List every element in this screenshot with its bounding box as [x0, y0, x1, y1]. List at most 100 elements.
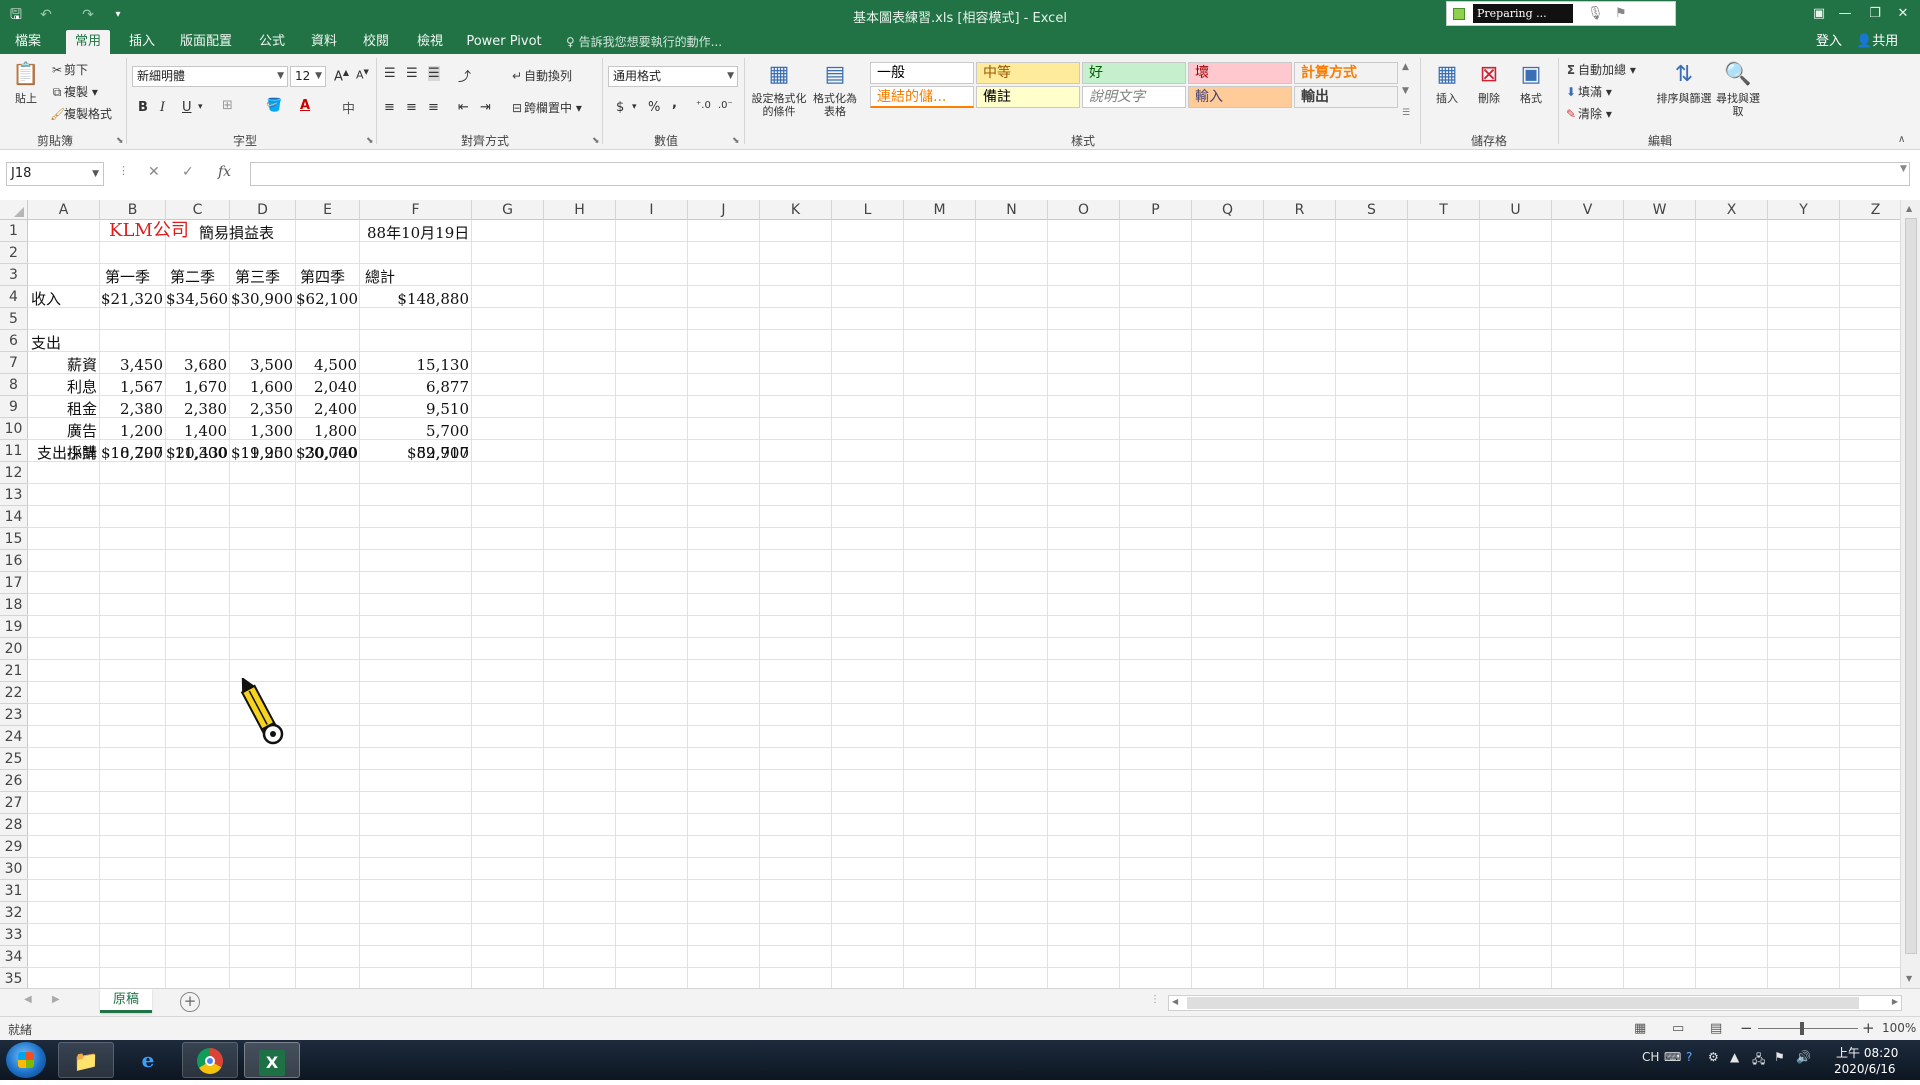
row-header-9[interactable]: 9	[0, 396, 28, 418]
horizontal-scrollbar[interactable]: ◀ ▶	[1168, 995, 1902, 1011]
name-box[interactable]: J18 ▼	[6, 162, 104, 186]
vertical-scroll-thumb[interactable]	[1905, 218, 1917, 954]
formula-input[interactable]	[250, 162, 1910, 186]
excel-taskbar-button[interactable]: X	[244, 1042, 300, 1078]
row-header-3[interactable]: 3	[0, 264, 28, 286]
column-header-i[interactable]: I	[616, 200, 688, 220]
cell-style-3[interactable]: 壞	[1188, 62, 1292, 84]
sort-filter-button[interactable]: ⇅ 排序與篩選	[1652, 60, 1716, 105]
scroll-right-icon[interactable]: ▶	[1892, 997, 1898, 1006]
row-header-33[interactable]: 33	[0, 924, 28, 946]
add-sheet-button[interactable]: +	[180, 992, 200, 1012]
scroll-left-icon[interactable]: ◀	[1172, 997, 1178, 1006]
column-header-r[interactable]: R	[1264, 200, 1336, 220]
row-header-5[interactable]: 5	[0, 308, 28, 330]
cell-C7[interactable]: 3,680	[166, 354, 230, 376]
underline-button[interactable]: U	[182, 100, 192, 115]
flag-icon[interactable]: ⚑	[1615, 6, 1627, 21]
cell-style-5[interactable]: 連結的儲...	[870, 86, 974, 108]
column-header-u[interactable]: U	[1480, 200, 1552, 220]
column-header-e[interactable]: E	[296, 200, 360, 220]
chrome-taskbar-button[interactable]	[182, 1042, 238, 1078]
column-header-p[interactable]: P	[1120, 200, 1192, 220]
cell-F7[interactable]: 15,130	[360, 354, 472, 376]
collapse-ribbon-icon[interactable]: ∧	[1898, 134, 1905, 145]
cell-F4[interactable]: $148,880	[360, 288, 472, 310]
row-header-8[interactable]: 8	[0, 374, 28, 396]
column-header-k[interactable]: K	[760, 200, 832, 220]
column-header-t[interactable]: T	[1408, 200, 1480, 220]
copy-button[interactable]: ⧉ 複製 ▾	[50, 84, 98, 100]
cell-F1[interactable]: 88年10月19日	[364, 222, 469, 244]
column-header-v[interactable]: V	[1552, 200, 1624, 220]
column-header-x[interactable]: X	[1696, 200, 1768, 220]
cell-E3[interactable]: 第四季	[297, 266, 345, 288]
decrease-indent-icon[interactable]: ⇤	[458, 100, 469, 115]
ribbon-display-icon[interactable]: ▣	[1806, 4, 1832, 24]
cell-C3[interactable]: 第二季	[167, 266, 215, 288]
underline-dropdown-icon[interactable]: ▾	[198, 102, 203, 112]
row-header-28[interactable]: 28	[0, 814, 28, 836]
cell-B1[interactable]: KLM公司	[106, 220, 189, 242]
cell-C12[interactable]: $20,430	[166, 442, 230, 464]
page-break-view-icon[interactable]: ▤	[1710, 1021, 1722, 1036]
zoom-out-button[interactable]: −	[1740, 1019, 1753, 1037]
cell-A12[interactable]: 支出小計	[28, 442, 100, 464]
cell-B3[interactable]: 第一季	[102, 266, 150, 288]
cell-style-4[interactable]: 計算方式	[1294, 62, 1398, 84]
format-painter-button[interactable]: 🖌複製格式	[50, 106, 112, 122]
prev-sheet-icon[interactable]: ◀	[24, 994, 32, 1005]
borders-icon[interactable]: ⊞	[222, 98, 233, 113]
microphone-icon[interactable]: 🎙	[1587, 6, 1604, 21]
row-header-24[interactable]: 24	[0, 726, 28, 748]
cut-button[interactable]: ✂ 剪下	[50, 62, 88, 78]
font-launcher-icon[interactable]: ⬊	[366, 136, 374, 146]
zoom-level[interactable]: 100%	[1882, 1021, 1916, 1035]
number-launcher-icon[interactable]: ⬊	[732, 136, 740, 146]
cell-style-9[interactable]: 輸出	[1294, 86, 1398, 108]
row-header-16[interactable]: 16	[0, 550, 28, 572]
conditional-format-button[interactable]: ▦ 設定格式化的條件	[750, 60, 808, 118]
column-header-c[interactable]: C	[166, 200, 230, 220]
page-layout-view-icon[interactable]: ▭	[1672, 1021, 1684, 1036]
column-header-f[interactable]: F	[360, 200, 472, 220]
horizontal-scroll-thumb[interactable]	[1187, 997, 1859, 1009]
column-header-o[interactable]: O	[1048, 200, 1120, 220]
row-header-14[interactable]: 14	[0, 506, 28, 528]
grow-font-icon[interactable]: A▲	[334, 68, 349, 84]
row-header-7[interactable]: 7	[0, 352, 28, 374]
row-header-13[interactable]: 13	[0, 484, 28, 506]
scroll-down-icon[interactable]: ▼	[1906, 974, 1912, 983]
clear-button[interactable]: ✎ 清除 ▾	[1564, 106, 1612, 122]
decrease-decimal-icon[interactable]: .0⁻	[718, 100, 733, 111]
column-header-w[interactable]: W	[1624, 200, 1696, 220]
row-header-10[interactable]: 10	[0, 418, 28, 440]
gallery-up-icon[interactable]: ▲	[1402, 62, 1409, 72]
row-header-22[interactable]: 22	[0, 682, 28, 704]
tab-page-layout[interactable]: 版面配置	[172, 30, 240, 54]
column-header-m[interactable]: M	[904, 200, 976, 220]
wrap-text-button[interactable]: ↵ 自動換列	[510, 68, 572, 84]
fill-button[interactable]: ⬇ 填滿 ▾	[1564, 84, 1612, 100]
zoom-slider-thumb[interactable]	[1800, 1022, 1804, 1035]
gallery-down-icon[interactable]: ▼	[1402, 86, 1409, 96]
delete-cells-button[interactable]: ⊠ 刪除	[1470, 60, 1508, 105]
cell-style-6[interactable]: 備註	[976, 86, 1080, 108]
comma-button[interactable]: ,	[672, 96, 677, 111]
row-header-17[interactable]: 17	[0, 572, 28, 594]
cell-E7[interactable]: 4,500	[296, 354, 360, 376]
share-button[interactable]: 👤共用	[1856, 30, 1898, 54]
cell-D3[interactable]: 第三季	[232, 266, 280, 288]
column-header-s[interactable]: S	[1336, 200, 1408, 220]
cell-C4[interactable]: $34,560	[166, 288, 230, 310]
cell-E8[interactable]: 2,040	[296, 376, 360, 398]
restore-icon[interactable]: ❐	[1862, 4, 1888, 24]
sheet-tab-original[interactable]: 原稿	[100, 989, 152, 1013]
row-header-6[interactable]: 6	[0, 330, 28, 352]
cell-D7[interactable]: 3,500	[230, 354, 296, 376]
row-header-11[interactable]: 11	[0, 440, 28, 462]
font-color-icon[interactable]: A	[300, 98, 310, 113]
tab-split-icon[interactable]: ⋮	[1150, 994, 1160, 1005]
cell-style-0[interactable]: 一般	[870, 62, 974, 84]
column-header-n[interactable]: N	[976, 200, 1048, 220]
